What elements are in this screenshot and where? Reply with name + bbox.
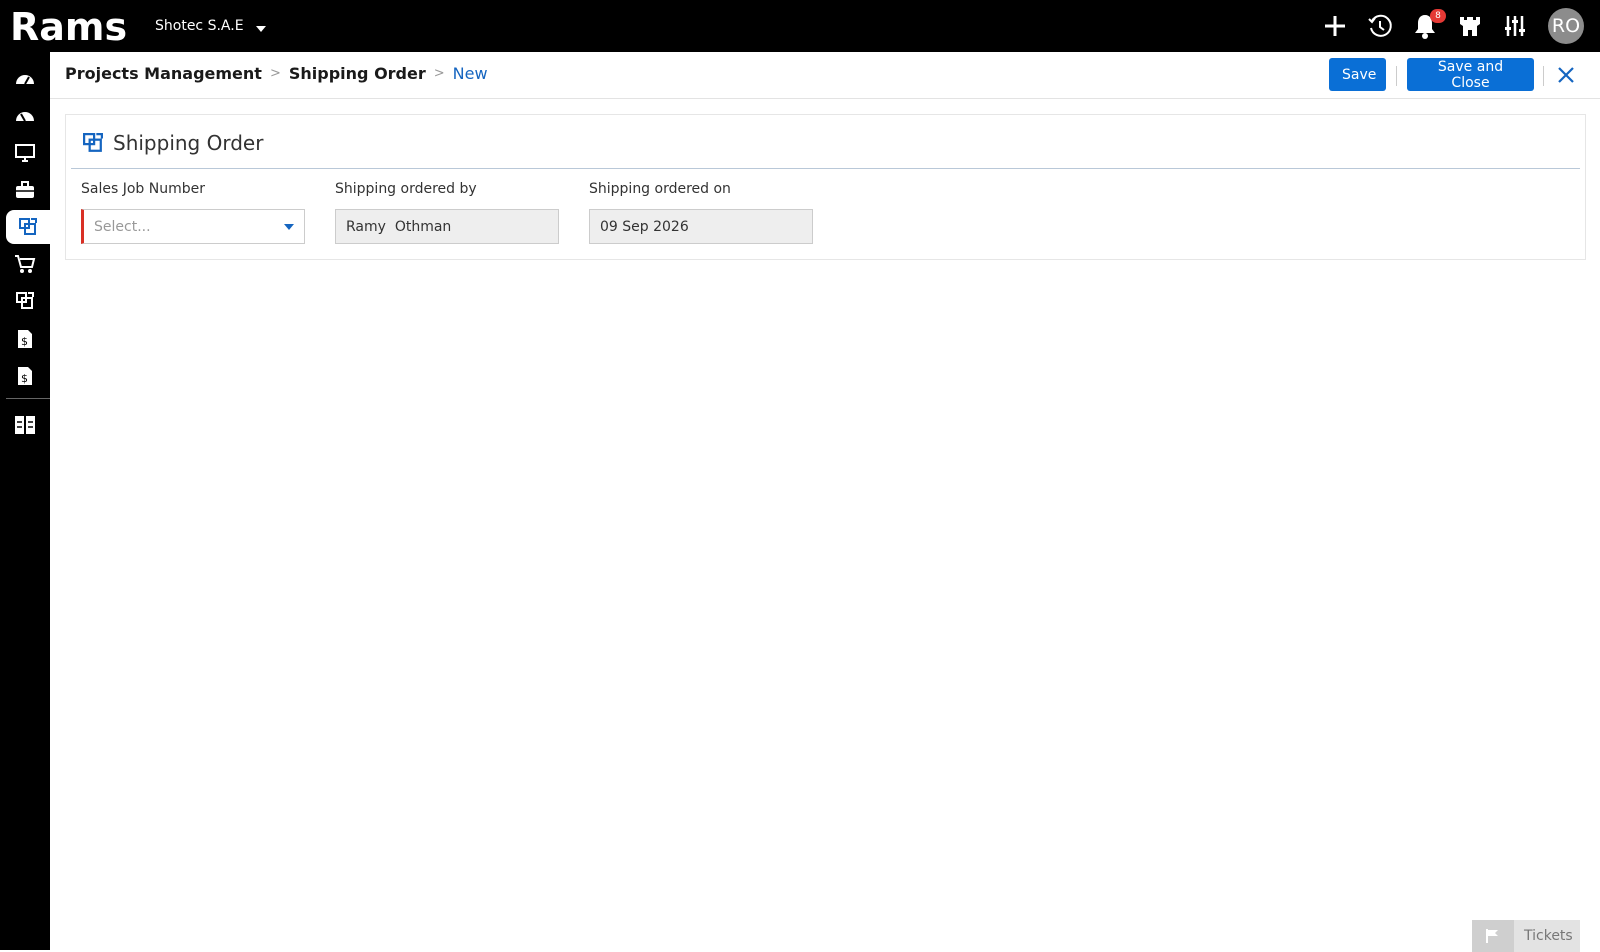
form-title: Shipping Order <box>83 131 263 155</box>
notification-badge: 8 <box>1430 8 1446 23</box>
plus-icon[interactable] <box>1319 11 1350 42</box>
history-icon[interactable] <box>1364 11 1395 42</box>
invoice-alt-icon: $ <box>18 367 32 385</box>
company-name: Shotec S.A.E <box>155 18 244 34</box>
sidebar-item-shipping-order[interactable] <box>6 210 50 244</box>
svg-text:Rams: Rams <box>10 6 127 46</box>
shipping-ordered-by-label: Shipping ordered by <box>335 181 477 197</box>
sidebar-item-layout[interactable] <box>0 408 50 442</box>
breadcrumb-projects-management[interactable]: Projects Management <box>65 64 262 83</box>
shipping-order-card: Shipping Order Sales Job Number Select..… <box>65 114 1586 260</box>
chevron-right-icon: > <box>269 66 281 81</box>
sidebar-divider <box>6 398 50 399</box>
chevron-down-icon <box>255 26 266 32</box>
close-icon[interactable] <box>1553 62 1579 88</box>
save-and-close-button[interactable]: Save and Close <box>1407 58 1534 91</box>
briefcase-icon <box>16 181 34 198</box>
sidebar: $ $ <box>0 52 50 950</box>
rams-logo[interactable]: Rams <box>10 5 132 49</box>
shipping-order-icon <box>19 218 37 235</box>
breadcrumb: Projects Management > Shipping Order > N… <box>65 64 488 83</box>
top-bar: Rams Shotec S.A.E 8 RO <box>0 0 1600 52</box>
sidebar-item-cart[interactable] <box>0 247 50 281</box>
company-switcher[interactable]: Shotec S.A.E <box>155 18 266 34</box>
sales-job-number-select[interactable]: Select... <box>81 209 305 244</box>
bell-icon[interactable]: 8 <box>1409 8 1446 42</box>
svg-text:$: $ <box>21 335 28 348</box>
flag-icon <box>1472 920 1514 952</box>
save-button[interactable]: Save <box>1329 58 1386 91</box>
divider <box>1396 66 1397 86</box>
tickets-label: Tickets <box>1524 928 1573 944</box>
page-header: Projects Management > Shipping Order > N… <box>50 52 1600 99</box>
sidebar-item-dashboard[interactable] <box>0 62 50 96</box>
shipping-order-icon <box>83 133 103 152</box>
layout-icon <box>15 416 35 434</box>
chevron-down-icon <box>284 223 294 230</box>
shipping-order-alt-icon <box>16 292 34 309</box>
sidebar-item-invoice-alt[interactable]: $ <box>0 359 50 393</box>
breadcrumb-current: New <box>452 64 488 83</box>
divider <box>1543 66 1544 86</box>
castle-icon[interactable] <box>1454 11 1485 42</box>
invoice-icon: $ <box>18 330 32 348</box>
cart-icon <box>15 255 36 273</box>
sliders-icon[interactable] <box>1499 11 1530 42</box>
sidebar-item-invoice[interactable]: $ <box>0 322 50 356</box>
sidebar-item-shipping-order-alt[interactable] <box>0 284 50 318</box>
svg-text:$: $ <box>21 372 28 385</box>
title-divider <box>71 168 1580 169</box>
shipping-ordered-on-label: Shipping ordered on <box>589 181 731 197</box>
sidebar-item-briefcase[interactable] <box>0 173 50 207</box>
tickets-button[interactable]: Tickets <box>1472 920 1580 952</box>
dashboard-alt-icon <box>16 112 34 122</box>
shipping-ordered-by-field: Ramy Othman <box>335 209 559 244</box>
form-title-text: Shipping Order <box>113 131 264 155</box>
sales-job-number-label: Sales Job Number <box>81 181 205 197</box>
dashboard-icon <box>16 75 34 85</box>
chevron-right-icon: > <box>433 66 445 81</box>
user-avatar[interactable]: RO <box>1548 8 1584 44</box>
shipping-ordered-on-field: 09 Sep 2026 <box>589 209 813 244</box>
monitor-icon <box>15 144 35 162</box>
top-actions: 8 RO <box>1319 8 1584 44</box>
sidebar-item-monitor[interactable] <box>0 136 50 170</box>
sidebar-item-dashboard-alt[interactable] <box>0 99 50 133</box>
breadcrumb-shipping-order[interactable]: Shipping Order <box>289 64 426 83</box>
sales-job-number-placeholder: Select... <box>94 218 151 235</box>
